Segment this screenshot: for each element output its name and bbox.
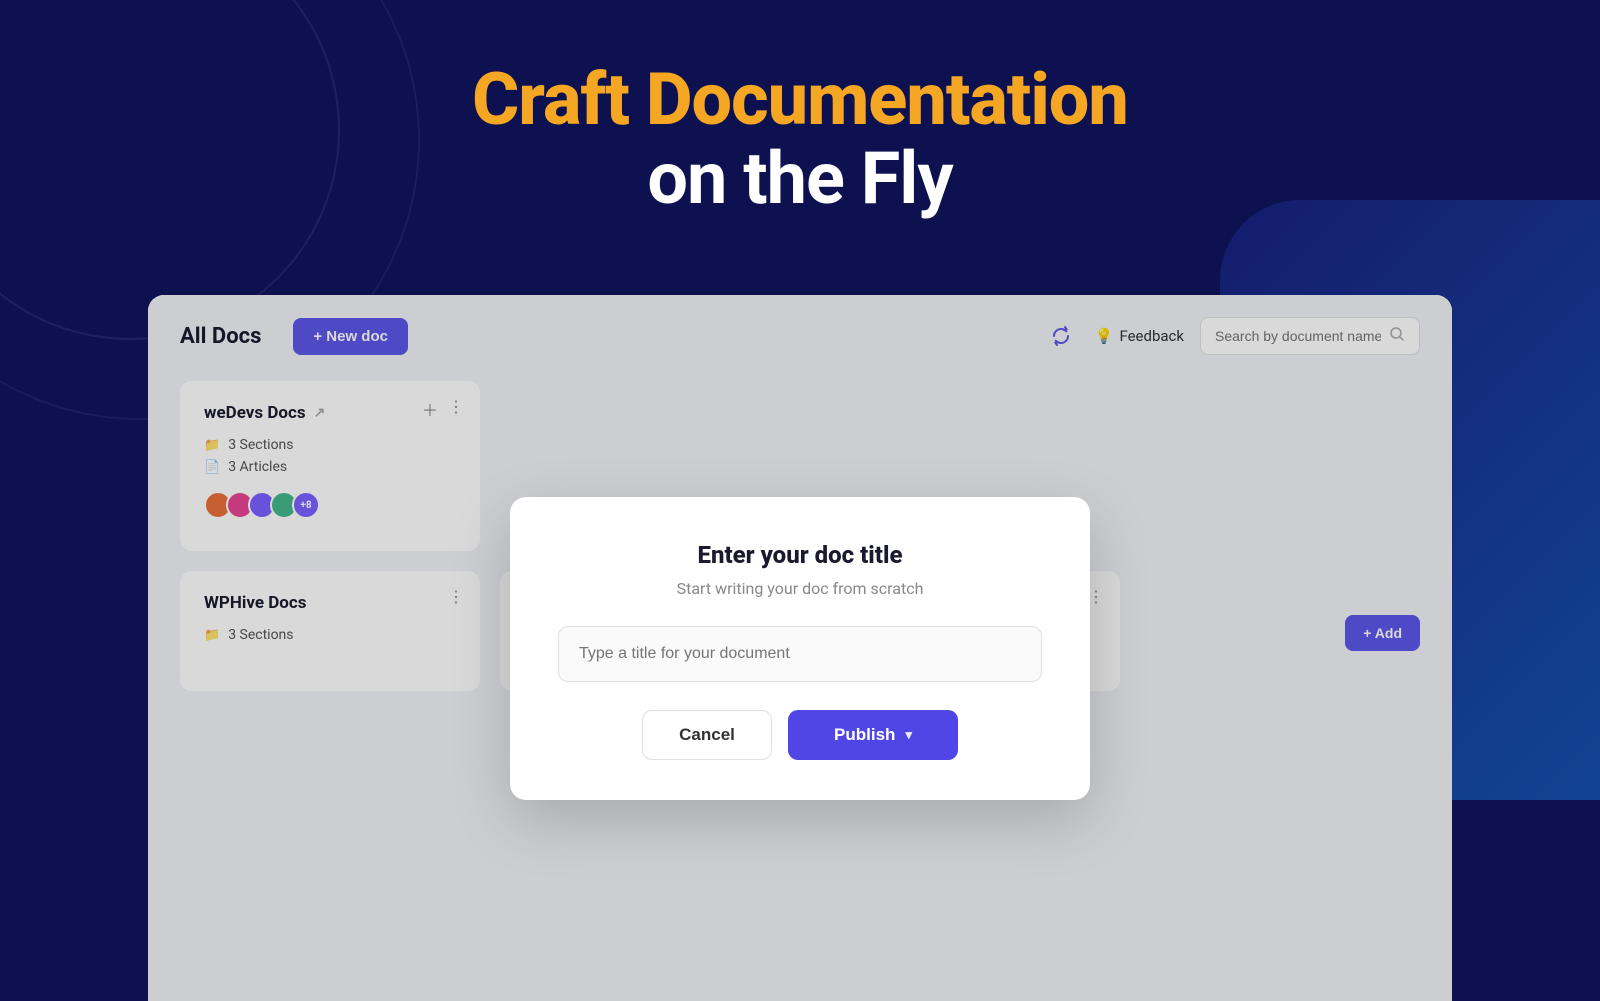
publish-label: Publish (834, 725, 895, 745)
chevron-down-icon: ▾ (905, 727, 912, 743)
publish-button[interactable]: Publish ▾ (788, 710, 958, 760)
cancel-button[interactable]: Cancel (642, 710, 772, 760)
modal-subtitle: Start writing your doc from scratch (558, 579, 1042, 598)
hero-section: Craft Documentation on the Fly (0, 60, 1600, 218)
modal-title: Enter your doc title (558, 541, 1042, 569)
modal-overlay: Enter your doc title Start writing your … (148, 295, 1452, 1001)
doc-title-input[interactable] (558, 626, 1042, 682)
hero-line2: on the Fly (0, 139, 1600, 218)
app-container: All Docs + New doc 💡 Feedback (148, 295, 1452, 1001)
hero-line1: Craft Documentation (0, 60, 1600, 139)
modal-dialog: Enter your doc title Start writing your … (510, 497, 1090, 800)
modal-actions: Cancel Publish ▾ (558, 710, 1042, 760)
